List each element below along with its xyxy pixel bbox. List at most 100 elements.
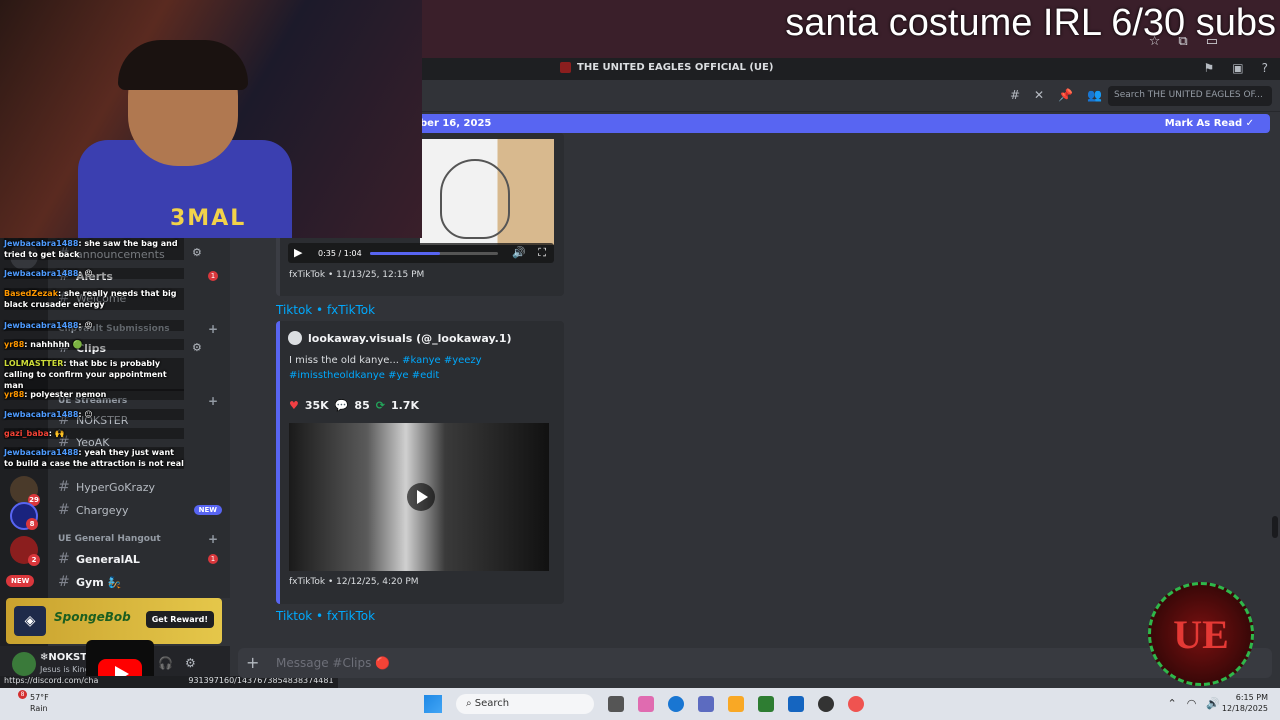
weather-badge: 8 <box>18 690 27 699</box>
chat-message: gazi_baba: 🙌 <box>4 428 184 439</box>
embed-stats: ♥ 35K 💬 85 ⟳ 1.7K <box>289 399 419 412</box>
titlebar-icons: ⚑ ▣ ? <box>1204 61 1268 75</box>
chat-message: Jewbacabra1488: 😡 <box>4 268 184 279</box>
video-progress-bar[interactable] <box>370 252 498 255</box>
category-ue-general-hangout[interactable]: UE General Hangout + <box>58 532 224 546</box>
embed-description: I miss the old kanye... #kanye #yeezy #i… <box>289 355 482 381</box>
webcam-overlay: 3MAL <box>0 0 422 238</box>
heart-icon: ♥ <box>289 399 299 412</box>
chat-message: yr88: nahhhhh 🟢 <box>4 339 184 350</box>
streamer-hair <box>118 40 248 90</box>
message-composer[interactable]: + Message #Clips 🔴 <box>238 648 1272 678</box>
xbox-icon[interactable] <box>758 696 774 712</box>
channel-chargeyy[interactable]: # Chargeyy NEW <box>58 500 224 520</box>
flag-icon[interactable]: ⚑ <box>1204 61 1215 75</box>
play-icon[interactable]: ▶ <box>294 246 302 259</box>
promo-brand: SpongeBob <box>54 610 131 624</box>
video-thumbnail[interactable] <box>289 423 549 571</box>
chat-message: Jewbacabra1488: she saw the bag and trie… <box>4 238 184 260</box>
play-icon[interactable] <box>407 483 435 511</box>
promo-logo-icon: ◈ <box>14 606 46 636</box>
headphones-icon[interactable]: 🎧 <box>158 656 173 670</box>
edge-icon[interactable] <box>668 696 684 712</box>
server-icon-active[interactable]: 2 <box>10 536 40 566</box>
author-avatar <box>288 331 302 345</box>
member-list-icon[interactable]: 👥 <box>1087 88 1102 102</box>
ue-logo: UE <box>1148 582 1254 686</box>
settings-gear-icon[interactable]: ⚙ <box>185 656 196 670</box>
embed-footer: fxTikTok • 11/13/25, 12:15 PM <box>289 270 425 280</box>
windows-start-icon[interactable] <box>424 695 442 713</box>
stream-title: santa costume IRL 6/30 subs <box>785 2 1276 44</box>
add-channel-icon[interactable]: + <box>208 532 218 546</box>
video-thumbnail[interactable] <box>420 139 554 245</box>
threads-icon[interactable]: # <box>1010 88 1020 102</box>
attach-plus-icon[interactable]: + <box>246 653 259 672</box>
mark-as-read-button[interactable]: Mark As Read ✓ <box>1165 118 1254 129</box>
chat-message: LOLMASTTER: that bbc is probably calling… <box>4 358 184 391</box>
pin-icon[interactable]: 📌 <box>1058 88 1073 102</box>
taskbar-apps: ⌕ Search <box>424 694 864 714</box>
weather-widget[interactable]: 8 57°F Rain <box>18 690 49 714</box>
obs-icon[interactable] <box>818 696 834 712</box>
jersey-text: 3MAL <box>170 206 247 231</box>
task-view-icon[interactable] <box>608 696 624 712</box>
server-icon[interactable]: 8 <box>10 502 38 530</box>
embed-footer: fxTikTok • 12/12/25, 4:20 PM <box>289 577 419 587</box>
clock[interactable]: 6:15 PM 12/18/2025 <box>1222 692 1268 714</box>
volume-icon[interactable]: 🔊 <box>512 246 526 259</box>
new-badge: NEW <box>193 505 222 515</box>
avatar[interactable] <box>12 652 36 676</box>
new-messages-bar[interactable]: ber 16, 2025 Mark As Read ✓ <box>410 114 1270 133</box>
wifi-icon[interactable]: ◠ <box>1187 697 1197 710</box>
teams-icon[interactable] <box>698 696 714 712</box>
unread-badge: 1 <box>208 271 218 281</box>
hash-icon: # <box>58 551 70 567</box>
add-channel-icon[interactable]: + <box>208 394 218 408</box>
search-input[interactable]: Search THE UNITED EAGLES OF... <box>1108 86 1272 106</box>
new-messages-date: ber 16, 2025 <box>420 118 492 129</box>
embed-author[interactable]: lookaway.visuals (@_lookaway.1) <box>288 331 512 345</box>
channel-gym[interactable]: # Gym 🧞 <box>58 572 224 592</box>
scrollbar[interactable] <box>1272 516 1278 538</box>
store-icon[interactable] <box>788 696 804 712</box>
help-icon[interactable]: ? <box>1262 61 1268 75</box>
new-server-pill: NEW <box>6 575 35 587</box>
chevron-up-icon[interactable]: ⌃ <box>1167 697 1176 710</box>
user-status: Jesus is King <box>40 665 90 674</box>
system-tray: ⌃ ◠ 🔊 <box>1167 697 1220 710</box>
hash-icon: # <box>58 502 70 518</box>
copilot-icon[interactable] <box>638 696 654 712</box>
chat-message: Jewbacabra1488: 😡 <box>4 320 184 331</box>
inbox-icon[interactable]: ▣ <box>1232 61 1243 75</box>
unread-badge: 1 <box>208 554 218 564</box>
screen: ☆ ⧉ ▭ santa costume IRL 6/30 subs THE UN… <box>0 0 1280 720</box>
hash-icon: # <box>58 574 70 590</box>
video-time: 0:35 / 1:04 <box>318 249 362 258</box>
get-reward-button[interactable]: Get Reward! <box>145 611 214 628</box>
server-title: THE UNITED EAGLES OFFICIAL (UE) <box>560 62 773 73</box>
channel-general[interactable]: # GeneralAL 1 <box>58 549 224 569</box>
chrome-icon[interactable] <box>848 696 864 712</box>
tiktok-embed: lookaway.visuals (@_lookaway.1) I miss t… <box>276 321 564 604</box>
taskbar-search[interactable]: ⌕ Search <box>456 694 594 714</box>
message-input[interactable]: Message #Clips 🔴 <box>276 656 390 670</box>
embed-provider-link[interactable]: Tiktok • fxTikTok <box>276 303 375 317</box>
unread-badge: 2 <box>28 554 40 566</box>
fullscreen-icon[interactable]: ⛶ <box>538 246 546 260</box>
chat-message: Jewbacabra1488: yeah they just want to b… <box>4 447 184 469</box>
embed-provider-link[interactable]: Tiktok • fxTikTok <box>276 609 375 623</box>
comment-icon: 💬 <box>334 399 349 412</box>
promo-banner[interactable]: ◈ SpongeBob Get Reward! <box>6 598 222 644</box>
file-explorer-icon[interactable] <box>728 696 744 712</box>
repost-icon: ⟳ <box>375 399 385 412</box>
notification-bell-icon[interactable]: ✕ <box>1034 88 1044 102</box>
taskbar: 8 57°F Rain ⌕ Search ⌃ ◠ 🔊 6:15 PM 12/18… <box>0 688 1280 720</box>
settings-gear-icon[interactable]: ⚙ <box>192 341 202 354</box>
invite-icon[interactable]: ⚙ <box>192 246 202 259</box>
header-icons: # ✕ 📌 👥 <box>1010 88 1102 102</box>
chat-message: Jewbacabra1488: 😐 <box>4 409 184 420</box>
add-channel-icon[interactable]: + <box>208 322 218 336</box>
volume-icon[interactable]: 🔊 <box>1206 697 1220 710</box>
chat-message: BasedZezak: she really needs that big bl… <box>4 288 184 310</box>
